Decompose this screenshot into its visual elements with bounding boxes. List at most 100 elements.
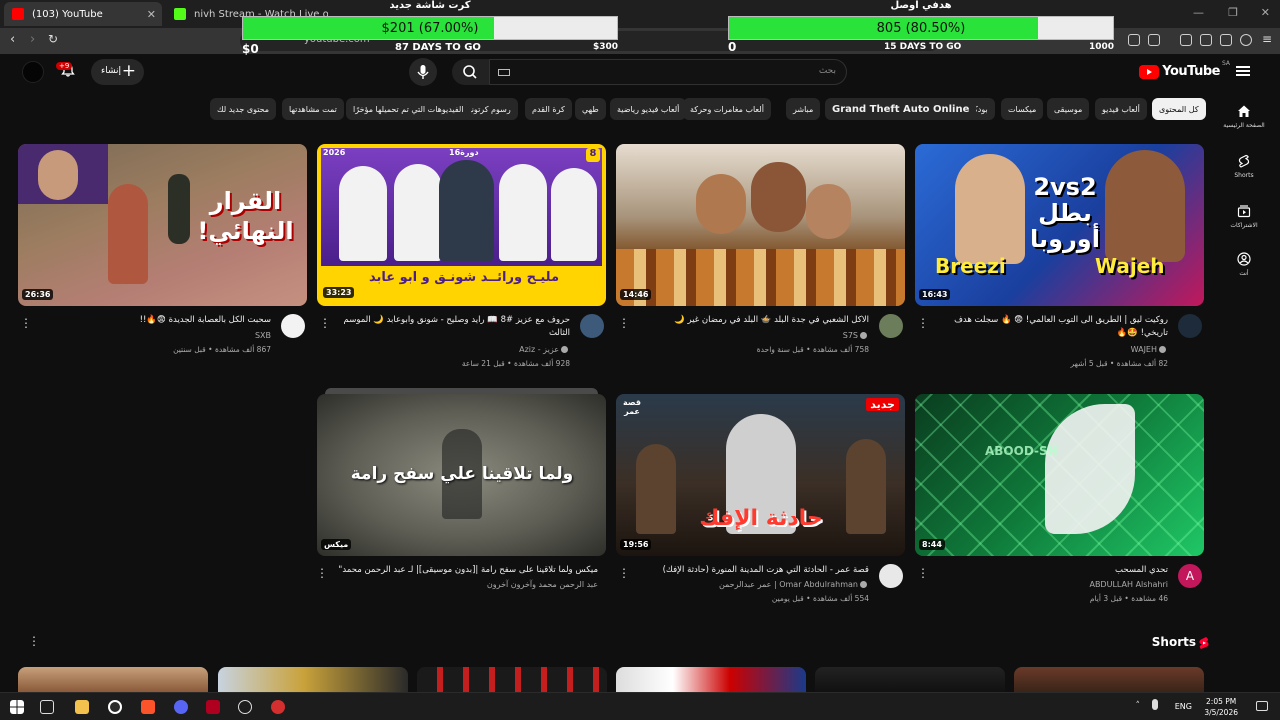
maximize-icon[interactable]: ❐ [1228,6,1238,19]
input-language[interactable]: ENG [1175,702,1192,711]
chip-all[interactable]: كل المحتوى [1152,98,1206,120]
short-thumbnail[interactable] [616,667,806,692]
forward-icon[interactable]: › [30,32,35,47]
channel-name[interactable]: ABDULLAH Alshahri [938,580,1168,589]
channel-avatar[interactable]: A [1178,564,1202,588]
system-clock[interactable]: 2:05 PM 3/5/2026 [1204,696,1238,718]
video-card[interactable]: ABOOD-SH 8:44 A تحدي المسحب ABDULLAH Als… [915,394,1204,614]
short-thumbnail[interactable] [218,667,408,692]
channel-name[interactable]: S7S [639,331,869,340]
rail-home[interactable]: الصفحة الرئيسية [1214,104,1274,129]
short-thumbnail[interactable] [1014,667,1204,692]
keyboard-icon[interactable] [498,69,510,76]
close-tab-icon[interactable]: ✕ [147,8,156,21]
tab-youtube[interactable]: (103) YouTube ✕ [4,2,162,26]
create-button[interactable]: إنشاء + [91,59,144,85]
video-title[interactable]: تحدي المسحب [938,564,1168,577]
channel-name[interactable]: WAJEH [938,345,1168,354]
channel-avatar[interactable] [281,314,305,338]
more-options-icon[interactable]: ⋮ [20,316,32,330]
video-title[interactable]: ميكس ولما تلاقينا على سفح رامة |[بدون مو… [328,564,598,577]
video-card[interactable]: ولما تلاقينا علي سفح رامة ميكس ميكس ولما… [316,388,606,614]
discord-icon[interactable] [174,700,188,714]
chip-cooking[interactable]: طهي [575,98,606,120]
chip-recently-uploaded[interactable]: الفيديوهات التي تم تحميلها مؤخرًا [346,98,471,120]
extensions-icon[interactable] [1128,34,1140,46]
video-thumbnail[interactable]: ولما تلاقينا علي سفح رامة ميكس [317,394,606,556]
video-title[interactable]: الاكل الشعبي في جدة البلد 🍲 البلد في رمض… [639,314,869,327]
channel-name[interactable]: Aziz - عزيز [340,345,570,354]
chip-action-adventure[interactable]: ألعاب مغامرات وحركة [683,98,771,120]
rail-shorts[interactable]: Shorts [1214,154,1274,179]
chip-watched[interactable]: تمت مشاهدتها [282,98,344,120]
show-hidden-icons-icon[interactable]: ˄ [1136,701,1141,711]
file-explorer-icon[interactable] [75,700,89,714]
channel-avatar[interactable] [580,314,604,338]
video-thumbnail[interactable]: 14:46 [616,144,905,306]
back-icon[interactable]: ‹ [10,32,15,47]
browser-menu-icon[interactable]: ≡ [1262,32,1272,46]
gaming-app-icon[interactable] [238,700,252,714]
task-view-icon[interactable] [40,700,54,714]
minimize-icon[interactable]: — [1193,6,1204,19]
chip-live[interactable]: مباشر [786,98,821,120]
video-thumbnail[interactable]: مليـح ورائــد شونـق و ابو عابد 8 2026 دو… [317,144,606,306]
channel-avatar[interactable] [1178,314,1202,338]
short-thumbnail[interactable] [815,667,1005,692]
wallet-icon[interactable] [1200,34,1212,46]
chip-new-to-you[interactable]: محتوى جديد لك [210,98,277,120]
short-thumbnail[interactable] [417,667,607,692]
video-card[interactable]: مليـح ورائــد شونـق و ابو عابد 8 2026 دو… [317,144,606,374]
rail-subscriptions[interactable]: الاشتراكات [1214,204,1274,229]
video-title[interactable]: سحبت الكل بالعصابة الجديدة 😨🔥!! [41,314,271,327]
more-options-icon[interactable]: ⋮ [319,316,331,330]
reload-icon[interactable]: ↻ [48,32,58,46]
close-window-icon[interactable]: ✕ [1261,6,1270,19]
voice-search-button[interactable] [409,58,437,86]
obs-icon[interactable] [271,700,285,714]
video-card[interactable]: القرار النهائي! 26:36 سحبت الكل بالعصابة… [18,144,307,374]
screenshot-icon[interactable] [1148,34,1160,46]
vpn-icon[interactable] [1220,34,1232,46]
more-options-icon[interactable]: ⋮ [316,566,328,580]
video-thumbnail[interactable]: القرار النهائي! 26:36 [18,144,307,306]
video-title[interactable]: حروف مع عزيز #8 📖 رايد وصليح - شونق وابو… [340,314,570,340]
brave-icon[interactable] [141,700,155,714]
search-button[interactable] [452,59,489,85]
chip-music[interactable]: موسيقى [1047,98,1090,120]
video-card[interactable]: حادثة الإفك جديد قصة عمر 19:56 قصة عمر -… [616,394,905,614]
video-thumbnail[interactable]: حادثة الإفك جديد قصة عمر 19:56 [616,394,905,556]
channel-name[interactable]: عبد الرحمن محمد وآخرون آخرون [328,580,598,589]
sidebar-icon[interactable] [1180,34,1192,46]
video-card[interactable]: 2vs2 بطل أوروبا Breezi Wajeh 16:43 روكيت… [915,144,1204,374]
microphone-tray-icon[interactable] [1152,699,1158,710]
video-thumbnail[interactable]: 2vs2 بطل أوروبا Breezi Wajeh 16:43 [915,144,1204,306]
more-options-icon[interactable]: ⋮ [917,316,929,330]
shield-icon[interactable] [1240,34,1252,46]
affinity-icon[interactable] [206,700,220,714]
chip-gta-online[interactable]: Grand Theft Auto Online [825,98,977,120]
chip-video-games[interactable]: ألعاب فيديو [1095,98,1147,120]
more-options-icon[interactable]: ⋮ [618,316,630,330]
notification-center-icon[interactable] [1256,701,1268,711]
video-thumbnail[interactable]: ABOOD-SH 8:44 [915,394,1204,556]
channel-avatar[interactable] [879,314,903,338]
channel-name[interactable]: عمر عبدالرحمن | Omar Abdulrahman [639,580,869,589]
video-title[interactable]: روكيت ليق | الطريق الى التوب العالمي! 😨 … [938,314,1168,340]
video-card[interactable]: 14:46 الاكل الشعبي في جدة البلد 🍲 البلد … [616,144,905,374]
rail-you[interactable]: أنت [1214,252,1274,277]
steam-icon[interactable] [108,700,122,714]
search-input[interactable]: بحث [489,59,847,85]
chip-sports-games[interactable]: ألعاب فيديو رياضية [610,98,687,120]
avatar[interactable] [22,61,44,83]
short-thumbnail[interactable] [18,667,208,692]
video-title[interactable]: قصة عمر - الحادثة التي هزت المدينة المنو… [639,564,869,577]
chip-mixes[interactable]: ميكسات [1001,98,1044,120]
channel-avatar[interactable] [879,564,903,588]
channel-name[interactable]: SXB [41,331,271,340]
more-options-icon[interactable]: ⋮ [618,566,630,580]
chip-football[interactable]: كرة القدم [525,98,572,120]
windows-start-icon[interactable] [10,700,24,714]
more-options-icon[interactable]: ⋮ [917,566,929,580]
hamburger-menu-icon[interactable] [1236,66,1250,76]
